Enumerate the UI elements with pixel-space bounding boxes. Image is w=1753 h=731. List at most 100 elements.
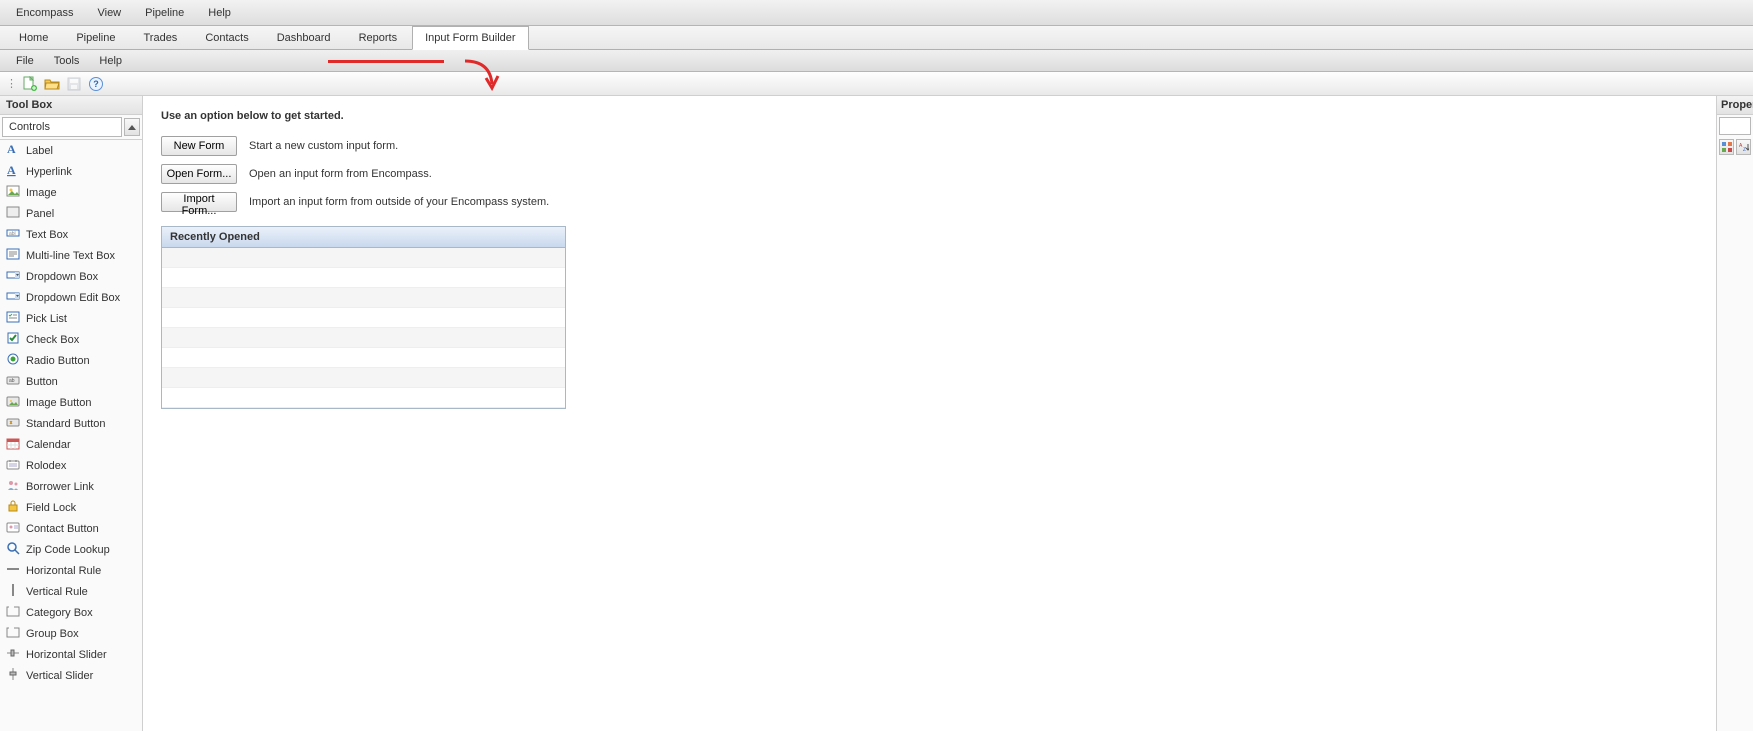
toolbox-item[interactable]: Image bbox=[0, 182, 142, 203]
toolbox-item[interactable]: Category Box bbox=[0, 602, 142, 623]
svg-text:Z: Z bbox=[1743, 147, 1746, 152]
dropdown-arrow-icon[interactable] bbox=[124, 118, 140, 136]
image-icon bbox=[6, 184, 20, 201]
builder-menu-tools[interactable]: Tools bbox=[44, 52, 90, 70]
recently-opened-row[interactable] bbox=[162, 248, 565, 268]
toolbox-item[interactable]: Borrower Link bbox=[0, 476, 142, 497]
toolbox-item-label: Image bbox=[26, 187, 57, 199]
new-file-icon[interactable] bbox=[22, 76, 38, 92]
toolbox-item-label: Button bbox=[26, 376, 58, 388]
recently-opened-row[interactable] bbox=[162, 288, 565, 308]
tab-home[interactable]: Home bbox=[6, 26, 61, 49]
toolbox-item[interactable]: Zip Code Lookup bbox=[0, 539, 142, 560]
toolbox-item-label: Panel bbox=[26, 208, 54, 220]
field-lock-icon bbox=[6, 499, 20, 516]
dropdown-box-icon bbox=[6, 268, 20, 285]
toolbox-item[interactable]: Horizontal Slider bbox=[0, 644, 142, 665]
category-box-icon bbox=[6, 604, 20, 621]
menu-pipeline[interactable]: Pipeline bbox=[135, 3, 194, 23]
annotation-underline bbox=[328, 60, 444, 63]
recently-opened-panel: Recently Opened bbox=[161, 226, 566, 409]
builder-menu-help[interactable]: Help bbox=[89, 52, 132, 70]
option-new-form: New Form Start a new custom input form. bbox=[161, 136, 1698, 156]
hyperlink-icon: A bbox=[6, 163, 20, 180]
tab-contacts[interactable]: Contacts bbox=[192, 26, 261, 49]
toolbox-item[interactable]: Multi-line Text Box bbox=[0, 245, 142, 266]
toolbox-panel: Tool Box Controls ALabelAHyperlinkImageP… bbox=[0, 96, 143, 731]
tab-dashboard[interactable]: Dashboard bbox=[264, 26, 344, 49]
radio-icon bbox=[6, 352, 20, 369]
save-icon[interactable] bbox=[66, 76, 82, 92]
tab-trades[interactable]: Trades bbox=[130, 26, 190, 49]
toolbox-item[interactable]: Group Box bbox=[0, 623, 142, 644]
toolbox-item-label: Group Box bbox=[26, 628, 79, 640]
toolbox-item[interactable]: ablText Box bbox=[0, 224, 142, 245]
toolbox-category-value: Controls bbox=[2, 117, 122, 137]
toolbox-item-label: Field Lock bbox=[26, 502, 76, 514]
alphabetical-view-icon[interactable]: AZ bbox=[1736, 139, 1751, 155]
recently-opened-row[interactable] bbox=[162, 368, 565, 388]
tab-input-form-builder[interactable]: Input Form Builder bbox=[412, 26, 528, 50]
image-button-icon bbox=[6, 394, 20, 411]
tab-reports[interactable]: Reports bbox=[346, 26, 411, 49]
toolbox-item[interactable]: Horizontal Rule bbox=[0, 560, 142, 581]
toolbox-item-label: Standard Button bbox=[26, 418, 106, 430]
toolbox-item[interactable]: Field Lock bbox=[0, 497, 142, 518]
categorized-view-icon[interactable] bbox=[1719, 139, 1734, 155]
calendar-icon bbox=[6, 436, 20, 453]
toolbox-item-label: Dropdown Edit Box bbox=[26, 292, 120, 304]
recently-opened-row[interactable] bbox=[162, 328, 565, 348]
group-box-icon bbox=[6, 625, 20, 642]
toolbox-item[interactable]: ALabel bbox=[0, 140, 142, 161]
toolbox-item-label: Borrower Link bbox=[26, 481, 94, 493]
recently-opened-row[interactable] bbox=[162, 388, 565, 408]
menu-view[interactable]: View bbox=[87, 3, 131, 23]
toolbox-list: ALabelAHyperlinkImagePanelablText BoxMul… bbox=[0, 140, 142, 686]
toolbox-category-selector[interactable]: Controls bbox=[0, 115, 142, 140]
panel-icon bbox=[6, 205, 20, 222]
toolbox-item[interactable]: Pick List bbox=[0, 308, 142, 329]
recently-opened-row[interactable] bbox=[162, 308, 565, 328]
new-form-button[interactable]: New Form bbox=[161, 136, 237, 156]
toolbox-item[interactable]: Contact Button bbox=[0, 518, 142, 539]
builder-start-page: Use an option below to get started. New … bbox=[143, 96, 1716, 731]
new-form-description: Start a new custom input form. bbox=[249, 140, 398, 152]
toolbox-item-label: Radio Button bbox=[26, 355, 90, 367]
help-icon[interactable]: ? bbox=[88, 76, 104, 92]
toolbox-item-label: Label bbox=[26, 145, 53, 157]
toolbox-item[interactable]: Image Button bbox=[0, 392, 142, 413]
hslider-icon bbox=[6, 646, 20, 663]
toolbox-item[interactable]: Panel bbox=[0, 203, 142, 224]
toolbox-item[interactable]: Dropdown Box bbox=[0, 266, 142, 287]
menu-encompass[interactable]: Encompass bbox=[6, 3, 83, 23]
toolbox-item-label: Category Box bbox=[26, 607, 93, 619]
toolbox-item[interactable]: Rolodex bbox=[0, 455, 142, 476]
toolbox-item[interactable]: Calendar bbox=[0, 434, 142, 455]
builder-menu-file[interactable]: File bbox=[6, 52, 44, 70]
svg-text:ab: ab bbox=[9, 378, 15, 384]
toolbox-item[interactable]: Dropdown Edit Box bbox=[0, 287, 142, 308]
toolbox-item[interactable]: Radio Button bbox=[0, 350, 142, 371]
dropdown-edit-box-icon bbox=[6, 289, 20, 306]
recently-opened-row[interactable] bbox=[162, 268, 565, 288]
properties-object-selector[interactable] bbox=[1719, 117, 1751, 135]
menu-help[interactable]: Help bbox=[198, 3, 241, 23]
toolbox-item-label: Image Button bbox=[26, 397, 91, 409]
toolbox-item[interactable]: Check Box bbox=[0, 329, 142, 350]
hrule-icon bbox=[6, 562, 20, 579]
svg-text:?: ? bbox=[93, 79, 99, 89]
recently-opened-row[interactable] bbox=[162, 348, 565, 368]
properties-panel: Properti AZ bbox=[1716, 96, 1753, 731]
import-form-button[interactable]: Import Form... bbox=[161, 192, 237, 212]
toolbox-item[interactable]: Vertical Rule bbox=[0, 581, 142, 602]
open-form-button[interactable]: Open Form... bbox=[161, 164, 237, 184]
toolbox-item[interactable]: Vertical Slider bbox=[0, 665, 142, 686]
recently-opened-header: Recently Opened bbox=[162, 227, 565, 248]
open-folder-icon[interactable] bbox=[44, 76, 60, 92]
toolbox-item[interactable]: Standard Button bbox=[0, 413, 142, 434]
vrule-icon bbox=[6, 583, 20, 600]
borrower-link-icon bbox=[6, 478, 20, 495]
toolbox-item[interactable]: ab Button bbox=[0, 371, 142, 392]
tab-pipeline[interactable]: Pipeline bbox=[63, 26, 128, 49]
toolbox-item[interactable]: AHyperlink bbox=[0, 161, 142, 182]
